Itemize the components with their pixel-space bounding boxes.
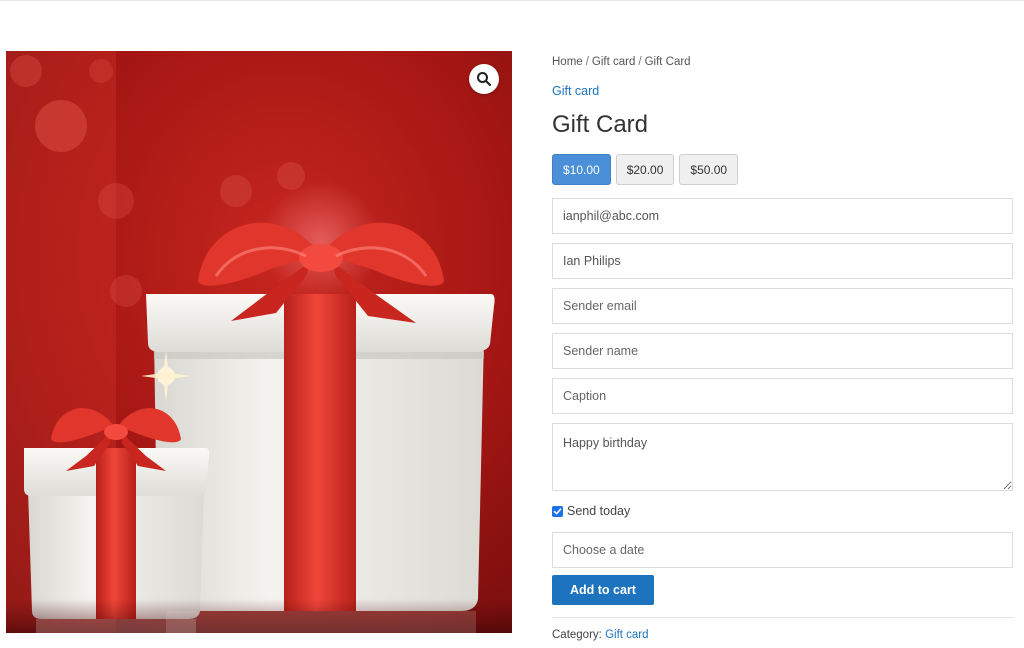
breadcrumb-current: Gift Card [644, 56, 691, 68]
checkmark-icon [553, 507, 562, 514]
product-image [6, 51, 512, 633]
sender-name-field[interactable] [552, 333, 1013, 369]
sender-email-field[interactable] [552, 288, 1013, 324]
breadcrumb: Home / Gift card / Gift Card [552, 53, 1014, 71]
category-value-link[interactable]: Gift card [605, 629, 648, 641]
meta-divider [552, 617, 1014, 618]
send-today-option: Send today [552, 502, 1014, 520]
product-summary: Home / Gift card / Gift Card Gift card Gift … [552, 52, 1014, 643]
amount-option-50[interactable]: $50.00 [679, 154, 739, 185]
amount-options: $10.00 $20.00 $50.00 [552, 154, 1014, 185]
header-divider [0, 0, 1024, 1]
recipient-name-field[interactable] [552, 243, 1013, 279]
recipient-email-field[interactable] [552, 198, 1013, 234]
caption-field[interactable] [552, 378, 1013, 414]
product-meta: Category: Gift card [552, 627, 1014, 643]
message-field[interactable]: Happy birthday [552, 423, 1013, 491]
image-zoom-button[interactable] [469, 64, 499, 94]
amount-option-10[interactable]: $10.00 [552, 154, 611, 185]
product-category-link[interactable]: Gift card [552, 83, 599, 99]
send-today-checkbox[interactable] [552, 505, 563, 517]
breadcrumb-category[interactable]: Gift card [592, 56, 635, 68]
amount-option-20[interactable]: $20.00 [615, 154, 675, 185]
breadcrumb-separator: / [585, 56, 589, 68]
category-label: Category: [552, 629, 602, 641]
send-today-label: Send today [567, 504, 631, 518]
breadcrumb-separator: / [638, 56, 642, 68]
page-title: Gift Card [552, 111, 649, 138]
breadcrumb-home[interactable]: Home [552, 56, 583, 68]
magnifier-icon [477, 72, 492, 87]
date-picker-field[interactable] [552, 532, 1013, 568]
add-to-cart-button[interactable]: Add to cart [552, 575, 654, 605]
